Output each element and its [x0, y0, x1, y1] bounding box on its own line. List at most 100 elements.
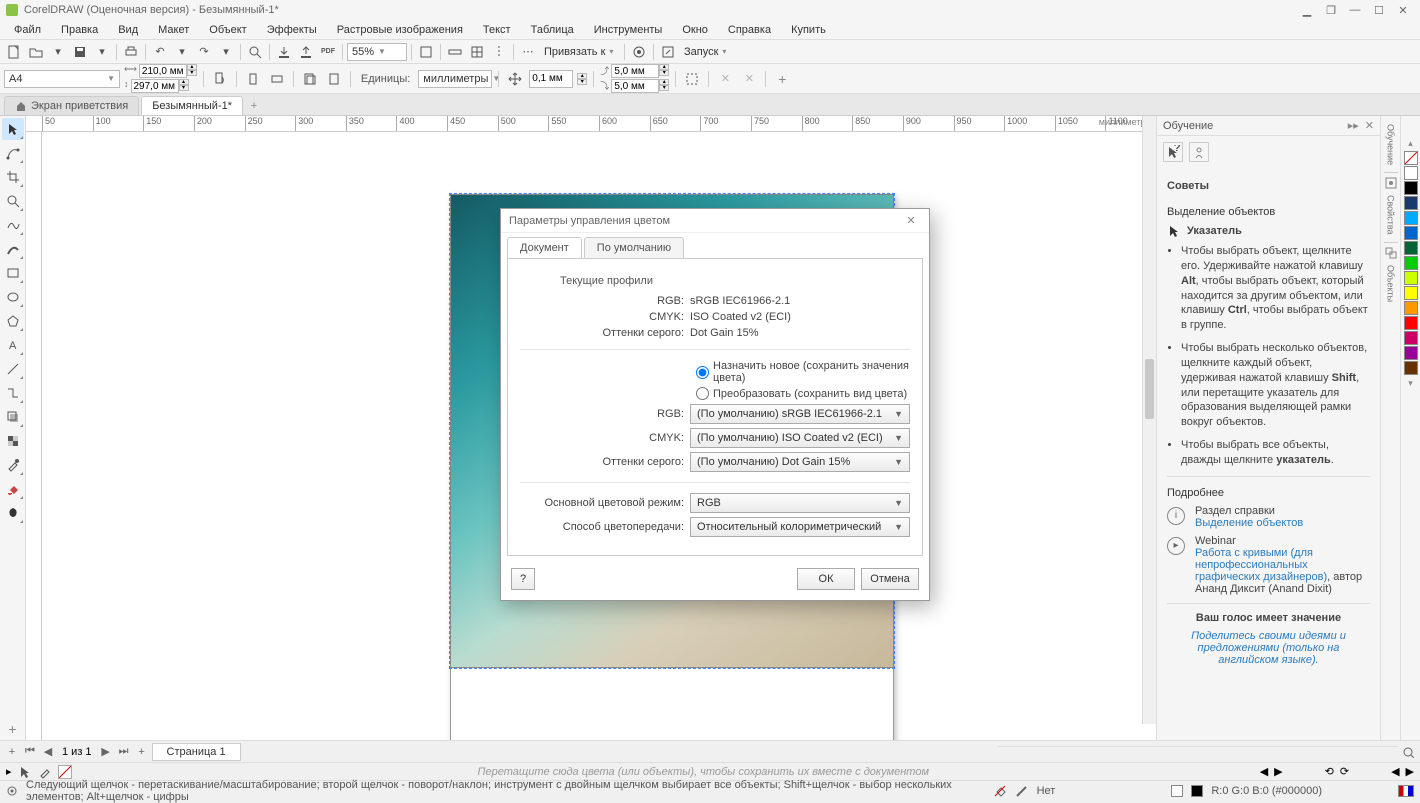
down-arrow-icon[interactable]: ▾ — [48, 42, 68, 62]
add-page-after-button[interactable]: + — [134, 744, 150, 760]
webinar-link[interactable]: Работа с кривыми (для непрофессиональных… — [1195, 547, 1327, 583]
text-tool[interactable]: A — [2, 334, 24, 356]
rgb-profile-combo[interactable]: (По умолчанию) sRGB IEC61966-2.1▼ — [690, 404, 910, 424]
freehand-tool[interactable] — [2, 214, 24, 236]
undo-button[interactable]: ↶ — [150, 42, 170, 62]
print-button[interactable] — [121, 42, 141, 62]
treat-as-filled-button[interactable] — [682, 69, 702, 89]
pdf-button[interactable]: PDF — [318, 42, 338, 62]
rulers-button[interactable] — [445, 42, 465, 62]
prev-page-button[interactable]: ◀ — [40, 744, 56, 760]
search-button[interactable] — [245, 42, 265, 62]
add-button[interactable]: + — [772, 69, 792, 89]
dialog-ok-button[interactable]: ОК — [797, 568, 855, 590]
zoom-combo[interactable]: 55%▼ — [347, 43, 407, 61]
spin-down[interactable]: ▾ — [577, 79, 587, 85]
dup-y-input[interactable] — [611, 79, 659, 93]
connector-tool[interactable] — [2, 382, 24, 404]
menu-tools[interactable]: Инструменты — [584, 22, 673, 38]
new-doc-button[interactable] — [4, 42, 24, 62]
menu-edit[interactable]: Правка — [51, 22, 108, 38]
no-fill-swatch[interactable] — [58, 765, 72, 779]
guidelines-button[interactable] — [489, 42, 509, 62]
add-tab-button[interactable]: + — [245, 97, 263, 115]
dialog-cancel-button[interactable]: Отмена — [861, 568, 919, 590]
horizontal-scrollbar[interactable] — [998, 746, 1398, 758]
dialog-tab-document[interactable]: Документ — [507, 237, 582, 258]
vertical-scrollbar[interactable] — [1142, 116, 1156, 724]
objects-icon[interactable] — [1384, 246, 1398, 260]
menu-effects[interactable]: Эффекты — [257, 22, 327, 38]
convert-radio[interactable]: Преобразовать (сохранить вид цвета) — [696, 387, 910, 400]
down-arrow-icon[interactable]: ▾ — [92, 42, 112, 62]
add-page-button[interactable]: + — [4, 744, 20, 760]
eyedropper-tool[interactable] — [2, 454, 24, 476]
dup-x-input[interactable] — [611, 64, 659, 78]
page-height-input[interactable] — [131, 79, 179, 93]
panel-collapse-button[interactable]: ▸▸ — [1348, 119, 1359, 132]
color-proof-icon[interactable] — [1398, 785, 1414, 797]
color-swatch[interactable] — [1404, 211, 1418, 225]
voice-link[interactable]: Поделитесь своими идеями и предложениями… — [1167, 630, 1370, 666]
import-button[interactable] — [274, 42, 294, 62]
gear-icon[interactable] — [6, 785, 18, 797]
page-size-combo[interactable]: A4▼ — [4, 70, 120, 88]
horizontal-ruler[interactable]: 5010015020025030035040045050055060065070… — [26, 116, 1156, 132]
fullscreen-button[interactable] — [416, 42, 436, 62]
drop-shadow-tool[interactable] — [2, 406, 24, 428]
palette-expand-right[interactable]: ▶ — [1406, 765, 1414, 778]
palette-down-button[interactable]: ▾ — [1404, 376, 1418, 390]
palette-expand-left[interactable]: ◀ — [1391, 765, 1399, 778]
fill-indicator-icon[interactable] — [993, 784, 1007, 798]
last-page-button[interactable]: ⏭ — [116, 744, 132, 760]
eyedropper-small-icon[interactable] — [38, 765, 52, 779]
redo-button[interactable]: ↷ — [194, 42, 214, 62]
open-button[interactable] — [26, 42, 46, 62]
help-link[interactable]: Выделение объектов — [1195, 517, 1303, 529]
maximize-button[interactable]: ☐ — [1368, 2, 1390, 18]
color-swatch[interactable] — [1404, 226, 1418, 240]
toolbox-expand-button[interactable]: + — [2, 718, 24, 740]
no-color-swatch[interactable] — [1404, 151, 1418, 165]
color-swatch[interactable] — [1404, 316, 1418, 330]
color-swatch[interactable] — [1404, 301, 1418, 315]
units-combo[interactable]: миллиметры▼ — [418, 70, 492, 88]
transparency-tool[interactable] — [2, 430, 24, 452]
page-width-input[interactable] — [139, 64, 187, 78]
palette-menu-button[interactable]: ▸ — [6, 765, 12, 778]
artistic-media-tool[interactable] — [2, 238, 24, 260]
smart-fill-tool[interactable] — [2, 502, 24, 524]
color-swatch[interactable] — [1404, 346, 1418, 360]
menu-file[interactable]: Файл — [4, 22, 51, 38]
intent-combo[interactable]: Относительный колориметрический▼ — [690, 517, 910, 537]
tab-document[interactable]: Безымянный-1* — [141, 96, 243, 115]
color-swatch[interactable] — [1404, 331, 1418, 345]
launch-combo[interactable]: Запуск▾ — [680, 43, 740, 61]
color-swatch[interactable] — [1404, 196, 1418, 210]
all-pages-button[interactable] — [300, 69, 320, 89]
fill-tool[interactable] — [2, 478, 24, 500]
dialog-close-button[interactable]: ✕ — [901, 211, 921, 231]
palette-down-button[interactable]: ⟳ — [1340, 765, 1349, 778]
palette-right-button[interactable]: ▶ — [1274, 765, 1282, 778]
minimize-button[interactable]: — — [1344, 2, 1366, 18]
crop-tool[interactable] — [2, 166, 24, 188]
dialog-tab-default[interactable]: По умолчанию — [584, 237, 684, 258]
explore-mode-button[interactable] — [1189, 142, 1209, 162]
cmyk-profile-combo[interactable]: (По умолчанию) ISO Coated v2 (ECI)▼ — [690, 428, 910, 448]
palette-up-button[interactable]: ▴ — [1404, 136, 1418, 150]
menu-help[interactable]: Справка — [718, 22, 781, 38]
portrait-button[interactable] — [243, 69, 263, 89]
menu-buy[interactable]: Купить — [781, 22, 836, 38]
menu-bitmap[interactable]: Растровые изображения — [327, 22, 473, 38]
outline-black-swatch[interactable] — [1191, 785, 1203, 797]
ellipse-tool[interactable] — [2, 286, 24, 308]
save-button[interactable] — [70, 42, 90, 62]
side-tab-learning[interactable]: Обучение — [1386, 124, 1396, 165]
color-swatch[interactable] — [1404, 241, 1418, 255]
outline-indicator-icon[interactable] — [1015, 784, 1029, 798]
gray-profile-combo[interactable]: (По умолчанию) Dot Gain 15%▼ — [690, 452, 910, 472]
menu-view[interactable]: Вид — [108, 22, 148, 38]
color-swatch[interactable] — [1404, 286, 1418, 300]
export-button[interactable] — [296, 42, 316, 62]
